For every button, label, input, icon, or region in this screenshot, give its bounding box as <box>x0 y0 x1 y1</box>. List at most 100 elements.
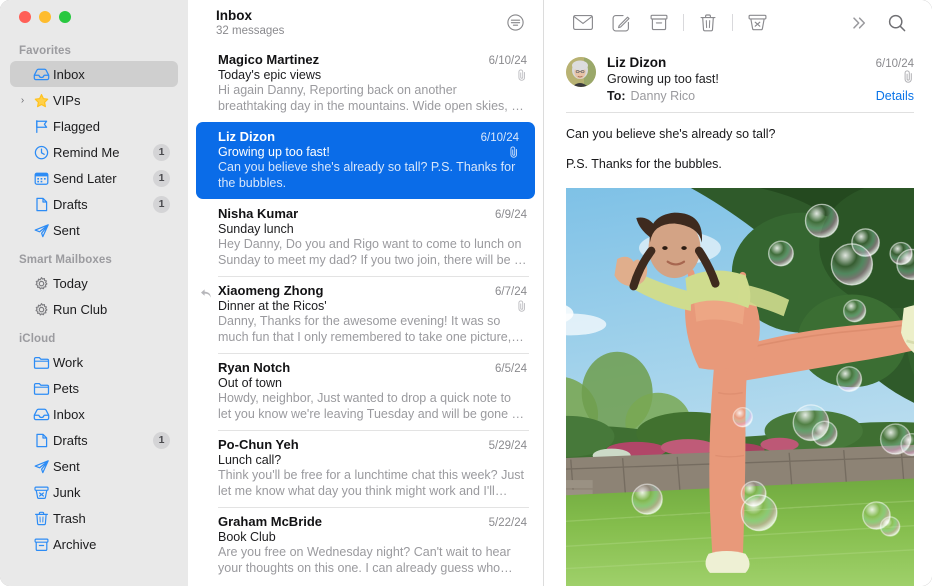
message-row[interactable]: Ryan Notch6/5/24Out of townHowdy, neighb… <box>188 353 543 430</box>
sidebar-item-work[interactable]: Work <box>10 349 178 375</box>
message-preview: Howdy, neighbor, Just wanted to drop a q… <box>218 391 527 422</box>
sidebar-group-title: Favorites <box>10 34 178 61</box>
sidebar-item-trash[interactable]: Trash <box>10 505 178 531</box>
sidebar-item-run-club[interactable]: Run Club <box>10 296 178 322</box>
message-row[interactable]: Po-Chun Yeh5/29/24Lunch call?Think you'l… <box>188 430 543 507</box>
search-icon[interactable] <box>878 9 916 37</box>
recipient-value: Danny Rico <box>631 89 876 103</box>
close-button[interactable] <box>19 11 31 23</box>
sidebar-item-label: Pets <box>53 381 170 396</box>
clock-icon <box>29 145 53 160</box>
sidebar-item-remind-me[interactable]: Remind Me1 <box>10 139 178 165</box>
sidebar-item-label: Drafts <box>53 433 153 448</box>
document-icon <box>29 197 53 212</box>
message-date: 6/7/24 <box>495 286 527 298</box>
delete-button[interactable] <box>689 9 727 37</box>
message-preview: Are you free on Wednesday night? Can't w… <box>218 545 527 576</box>
message-list-pane: Inbox 32 messages Magico Martinez6/10/24… <box>188 0 544 586</box>
attachment-icon <box>514 300 527 312</box>
sidebar-item-label: Inbox <box>53 67 170 82</box>
sidebar-item-send-later[interactable]: Send Later1 <box>10 165 178 191</box>
inbox-icon <box>29 67 53 82</box>
sidebar-item-inbox[interactable]: Inbox <box>10 61 178 87</box>
gear-icon <box>29 276 53 291</box>
sidebar-item-archive[interactable]: Archive <box>10 531 178 557</box>
sidebar-item-label: Sent <box>53 223 170 238</box>
attachment-preview[interactable] <box>566 188 914 586</box>
message-body: Can you believe she's already so tall? P.… <box>544 113 932 186</box>
message-row[interactable]: Graham McBride5/22/24Book ClubAre you fr… <box>188 507 543 584</box>
message-row[interactable]: Nisha Kumar6/9/24Sunday lunchHey Danny, … <box>188 199 543 276</box>
document-icon <box>29 433 53 448</box>
message-sender: Graham McBride <box>218 514 481 529</box>
chevron-double-right-icon[interactable] <box>840 9 878 37</box>
sidebar-item-vips[interactable]: ›VIPs <box>10 87 178 113</box>
sidebar-item-junk[interactable]: Junk <box>10 479 178 505</box>
reader-toolbar <box>544 0 932 45</box>
sidebar-group-title: iCloud <box>10 322 178 349</box>
message-row[interactable]: Liz Dizon6/10/24Growing up too fast!Can … <box>196 122 535 199</box>
mail-window: FavoritesInbox›VIPsFlaggedRemind Me1Send… <box>0 0 932 586</box>
sidebar-item-sent[interactable]: Sent <box>10 217 178 243</box>
message-sender: Xiaomeng Zhong <box>218 283 487 298</box>
message-sender: Magico Martinez <box>218 52 481 67</box>
unread-badge: 1 <box>153 144 170 161</box>
archive-button[interactable] <box>640 9 678 37</box>
sidebar-item-label: Drafts <box>53 197 153 212</box>
sidebar-item-inbox[interactable]: Inbox <box>10 401 178 427</box>
unread-badge: 1 <box>153 170 170 187</box>
junk-icon <box>29 485 53 500</box>
sidebar-item-label: Inbox <box>53 407 170 422</box>
message-subject: Dinner at the Ricos' <box>218 299 514 313</box>
attachment-icon <box>506 146 519 158</box>
paper-plane-icon <box>29 223 53 238</box>
mark-unread-button[interactable] <box>564 9 602 37</box>
message-subject: Lunch call? <box>218 453 514 467</box>
sidebar-group-title: Smart Mailboxes <box>10 243 178 270</box>
sidebar-item-today[interactable]: Today <box>10 270 178 296</box>
message-preview: Hi again Danny, Reporting back on anothe… <box>218 83 527 114</box>
sidebar-item-label: Work <box>53 355 170 370</box>
paper-plane-icon <box>29 459 53 474</box>
compose-button[interactable] <box>602 9 640 37</box>
chevron-right-icon[interactable]: › <box>16 95 29 106</box>
message-row[interactable]: Magico Martinez6/10/24Today's epic views… <box>188 45 543 122</box>
message-subject: Book Club <box>218 530 514 544</box>
sidebar-item-flagged[interactable]: Flagged <box>10 113 178 139</box>
message-date: 6/5/24 <box>495 363 527 375</box>
filter-icon[interactable] <box>503 10 527 34</box>
message-row[interactable]: Xiaomeng Zhong 6/7/24Dinner at the Ricos'… <box>188 276 543 353</box>
message-subject: Out of town <box>218 376 514 390</box>
sidebar-item-sent[interactable]: Sent <box>10 453 178 479</box>
zoom-button[interactable] <box>59 11 71 23</box>
replied-icon <box>200 286 212 304</box>
photo-bubbles-girl <box>566 188 914 586</box>
sidebar-item-label: Remind Me <box>53 145 153 160</box>
mailbox-list: FavoritesInbox›VIPsFlaggedRemind Me1Send… <box>0 34 188 586</box>
junk-button[interactable] <box>738 9 776 37</box>
message-date: 5/29/24 <box>489 440 527 452</box>
sidebar-item-label: Trash <box>53 511 170 526</box>
minimize-button[interactable] <box>39 11 51 23</box>
unread-badge: 1 <box>153 196 170 213</box>
sidebar-item-label: Send Later <box>53 171 153 186</box>
message-sender: Nisha Kumar <box>218 206 487 221</box>
message-subject: Growing up too fast! <box>607 70 900 88</box>
message-date: 6/10/24 <box>489 55 527 67</box>
sidebar-item-drafts[interactable]: Drafts1 <box>10 427 178 453</box>
sidebar-item-drafts[interactable]: Drafts1 <box>10 191 178 217</box>
message-sender: Liz Dizon <box>218 129 473 144</box>
message-paragraph: P.S. Thanks for the bubbles. <box>566 156 910 173</box>
message-subject: Sunday lunch <box>218 222 514 236</box>
reading-pane: Liz Dizon 6/10/24 Growing up too fast! T… <box>544 0 932 586</box>
folder-icon <box>29 355 53 370</box>
message-preview: Think you'll be free for a lunchtime cha… <box>218 468 527 499</box>
message-paragraph: Can you believe she's already so tall? <box>566 126 910 143</box>
sidebar-item-pets[interactable]: Pets <box>10 375 178 401</box>
sidebar-item-label: Run Club <box>53 302 170 317</box>
recipient-label: To: <box>607 89 626 103</box>
flag-icon <box>29 119 53 134</box>
sidebar-item-label: Junk <box>53 485 170 500</box>
details-link[interactable]: Details <box>876 89 914 103</box>
message-count: 32 messages <box>216 24 503 39</box>
